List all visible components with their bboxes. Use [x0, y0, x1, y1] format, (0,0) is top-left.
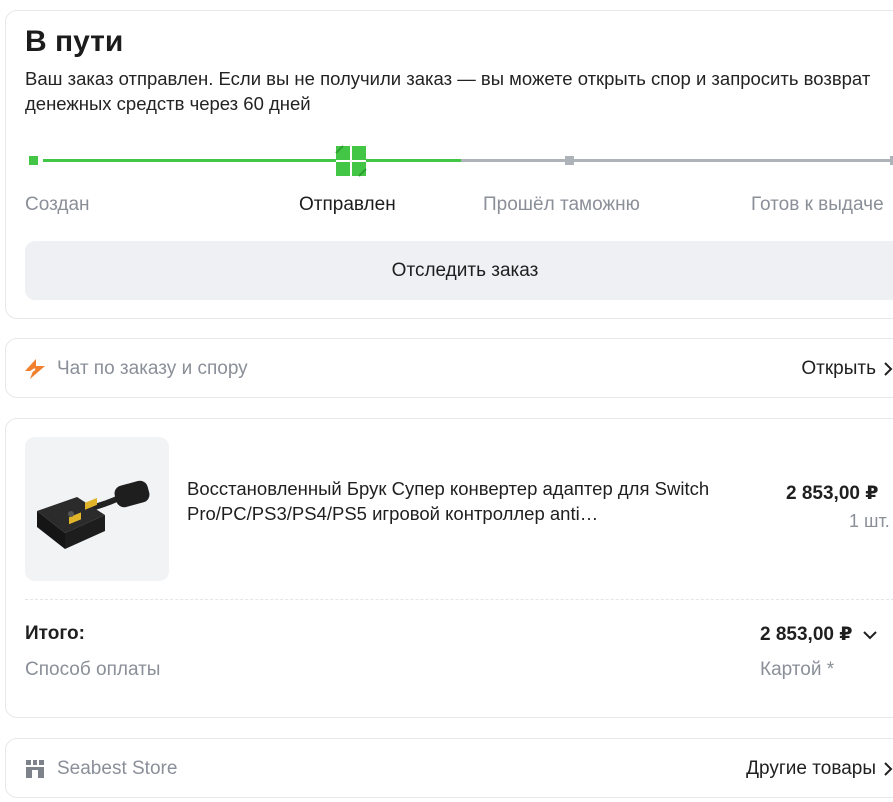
- other-products-link[interactable]: Другие товары: [746, 739, 893, 799]
- lightning-brand-icon: [25, 359, 45, 379]
- adapter-picture: [37, 480, 150, 549]
- store-icon: [26, 760, 44, 778]
- shipped-box-icon: [335, 145, 367, 177]
- store-row[interactable]: Seabest Store Другие товары: [5, 738, 893, 798]
- chat-open-label: Открыть: [801, 358, 876, 379]
- stage-shipped: Отправлен: [299, 194, 396, 215]
- order-chat-row[interactable]: Чат по заказу и спору Открыть: [5, 338, 893, 398]
- track-order-button[interactable]: Отследить заказ: [25, 241, 893, 300]
- stage-created: Создан: [25, 194, 90, 215]
- status-description: Ваш заказ отправлен. Если вы не получили…: [25, 68, 871, 114]
- chevron-right-icon: [884, 762, 893, 776]
- store-name: Seabest Store: [57, 758, 178, 779]
- step-customs-dot: [565, 156, 574, 165]
- payment-method-label: Способ оплаты: [25, 659, 161, 680]
- stage-customs: Прошёл таможню: [483, 194, 640, 215]
- payment-method-value: Картой *: [760, 659, 835, 680]
- order-items-card: Восстановленный Брук Супер конвертер ада…: [5, 418, 893, 718]
- progress-line-pending: [461, 159, 893, 162]
- product-image[interactable]: [25, 437, 169, 581]
- product-name[interactable]: Восстановленный Брук Супер конвертер ада…: [187, 476, 727, 526]
- total-label: Итого:: [25, 623, 85, 644]
- divider: [25, 599, 893, 600]
- total-value: 2 853,00 ₽: [760, 624, 853, 645]
- step-created-dot: [29, 156, 38, 165]
- other-products-label: Другие товары: [746, 758, 876, 779]
- product-price: 2 853,00 ₽: [786, 483, 879, 504]
- chat-label: Чат по заказу и спору: [57, 358, 248, 379]
- progress-line-done: [43, 159, 461, 162]
- chevron-down-icon: [863, 630, 878, 639]
- order-status-card: В пути Ваш заказ отправлен. Если вы не п…: [5, 10, 893, 319]
- status-title: В пути: [25, 25, 124, 58]
- product-quantity: 1 шт.: [849, 511, 890, 531]
- chat-open-link[interactable]: Открыть: [801, 339, 893, 399]
- stage-ready: Готов к выдаче: [751, 194, 884, 215]
- chevron-right-icon: [884, 362, 893, 376]
- total-value-toggle[interactable]: 2 853,00 ₽: [760, 623, 878, 646]
